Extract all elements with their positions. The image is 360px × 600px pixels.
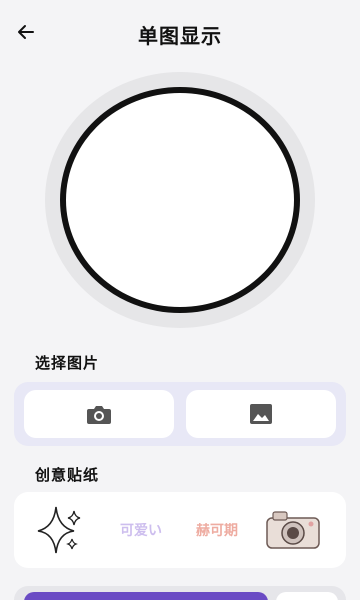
page-title: 单图显示 [138,24,222,48]
select-image-heading: 选择图片 [35,354,100,372]
preview-circle [60,87,300,313]
secondary-action-button[interactable] [276,592,338,600]
sticker-panel: 可爱い 赫可期 [14,492,346,568]
sticker-camera[interactable] [258,500,328,560]
creative-stickers-heading: 创意贴纸 [35,466,100,484]
header-bar: 单图显示 [0,0,360,66]
gallery-button[interactable] [186,390,336,438]
primary-action-button[interactable] [24,592,268,600]
preview-ring [45,72,315,328]
sticker-sparkle[interactable] [26,500,96,560]
image-picker-panel [14,382,346,446]
image-preview[interactable] [45,72,315,328]
sticker-cute-label: 可爱い [120,523,162,539]
camera-sticker-icon [266,511,320,549]
image-icon [250,404,272,424]
bottom-action-bar [14,586,346,600]
sticker-red-label: 赫可期 [196,523,238,539]
camera-button[interactable] [24,390,174,438]
sticker-red-text[interactable]: 赫可期 [182,500,252,560]
camera-icon [87,406,111,424]
sticker-cute-text[interactable]: 可爱い [106,500,176,560]
sparkle-icon [37,506,81,554]
